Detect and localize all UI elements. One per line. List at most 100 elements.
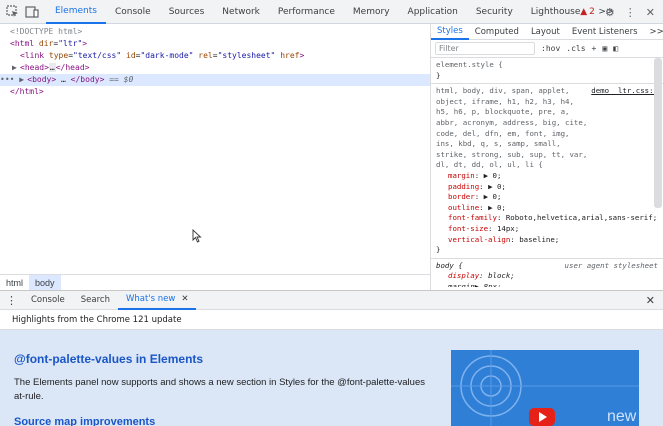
link-attr-id-value: "dark-mode" [140, 51, 194, 60]
body-open-tag: <body> [27, 75, 57, 84]
drawer-tab-console[interactable]: Console [23, 290, 73, 310]
filter-placeholder: Filter [439, 44, 459, 53]
css-declaration[interactable]: display: block; [436, 271, 658, 282]
tab-application[interactable]: Application [399, 0, 467, 24]
whats-new-content: @font-palette-values in Elements The Ele… [0, 330, 663, 426]
css-declaration[interactable]: border: ▶ 0; [436, 192, 658, 203]
css-property-value: 14px; [496, 223, 520, 233]
css-declaration-partial: margin▶ 8px; [448, 281, 502, 287]
close-drawer-icon[interactable]: ✕ [646, 294, 655, 307]
breadcrumb-body[interactable]: body [29, 274, 61, 291]
device-toolbar-icon[interactable] [24, 4, 40, 20]
css-declaration[interactable]: vertical-align: baseline; [436, 235, 658, 246]
rule-selector: html, body, div, span, applet, object, i… [436, 86, 588, 170]
tab-elements[interactable]: Elements [46, 0, 106, 24]
link-attr-type-value: "text/css" [73, 51, 122, 60]
expand-triangle-icon[interactable]: ▶ [12, 62, 20, 74]
styles-pane: Styles Computed Layout Event Listeners >… [430, 24, 663, 290]
paint-brush-icon[interactable]: ▣ [602, 44, 607, 53]
feature-title-link[interactable]: @font-palette-values in Elements [14, 352, 203, 366]
css-declaration[interactable]: padding: ▶ 0; [436, 182, 658, 193]
mouse-pointer-icon [192, 228, 202, 245]
tab-lighthouse[interactable]: Lighthouse [522, 0, 590, 24]
breadcrumb: html body [0, 274, 430, 291]
css-property-name: vertical-align [448, 234, 511, 244]
video-overlay-text: new [607, 408, 637, 425]
element-style-rule[interactable]: element.style { } [431, 58, 663, 83]
css-property-value: baseline; [519, 234, 560, 244]
css-declaration[interactable]: margin: ▶ 0; [436, 171, 658, 182]
hover-state-button[interactable]: :hov [541, 44, 560, 53]
link-attr-type: type [48, 51, 69, 60]
kebab-menu-icon[interactable]: ⋮ [625, 6, 636, 19]
close-tab-icon[interactable]: ✕ [181, 294, 188, 304]
css-rule-reset[interactable]: demo__ltr.css:1 html, body, div, span, a… [431, 84, 663, 258]
rule-source-ua: user agent stylesheet [564, 260, 658, 270]
css-declaration[interactable]: font-size: 14px; [436, 224, 658, 235]
body-node-menu-dots[interactable]: ••• [0, 75, 14, 84]
link-node[interactable]: <link type="text/css" id="dark-mode" rel… [20, 50, 304, 62]
elements-dom-tree: <!DOCTYPE html> <html dir="ltr"> <link t… [0, 24, 430, 274]
link-attr-href: href [280, 51, 300, 60]
head-close-tag: </head> [55, 63, 90, 72]
css-declaration[interactable]: outline: ▶ 0; [436, 203, 658, 214]
tab-security[interactable]: Security [467, 0, 522, 24]
drawer-menu-icon[interactable]: ⋮ [0, 294, 23, 307]
link-attr-id: id [126, 51, 136, 60]
tab-styles[interactable]: Styles [431, 24, 469, 40]
settings-gear-icon[interactable]: ⚙ [605, 6, 615, 19]
styles-filter-bar: Filter :hov .cls + ▣ ◧ [431, 40, 663, 58]
video-thumbnail[interactable]: new [451, 350, 639, 426]
link-attr-rel-value: "stylesheet" [217, 51, 276, 60]
css-declaration[interactable]: font-family: Roboto,helvetica,arial,sans… [436, 213, 658, 224]
css-rule-body-ua[interactable]: user agent stylesheet body { display: bl… [431, 259, 663, 289]
drawer-tab-search[interactable]: Search [73, 290, 118, 310]
tab-memory[interactable]: Memory [344, 0, 399, 24]
toggle-sidebar-icon[interactable]: ◧ [613, 44, 618, 53]
head-node[interactable]: ▶ <head>…</head> [12, 62, 89, 74]
styles-more-tabs-button[interactable]: >> [644, 24, 663, 40]
class-toggle-button[interactable]: .cls [566, 44, 585, 53]
breadcrumb-html[interactable]: html [0, 275, 29, 291]
element-style-selector: element.style { [436, 60, 503, 69]
inspect-element-icon[interactable] [4, 4, 20, 20]
doctype-text: <!DOCTYPE html> [10, 27, 83, 36]
tab-performance[interactable]: Performance [269, 0, 344, 24]
css-property-name: font-size [448, 223, 489, 233]
tab-event-listeners[interactable]: Event Listeners [566, 24, 644, 40]
body-close-tag: </body> [70, 75, 105, 84]
rule-source-link[interactable]: demo__ltr.css:1 [591, 86, 658, 97]
css-property-name: display [448, 271, 480, 281]
html-close-node[interactable]: </html> [10, 86, 44, 98]
tab-network[interactable]: Network [213, 0, 269, 24]
tab-console[interactable]: Console [106, 0, 160, 24]
link-attr-rel: rel [198, 51, 213, 60]
doctype-node[interactable]: <!DOCTYPE html> [10, 26, 82, 38]
html-node[interactable]: <html dir="ltr"> [10, 38, 87, 50]
body-collapsed-ellipsis[interactable]: … [61, 75, 66, 84]
css-property-name: padding [448, 181, 480, 191]
selected-node-marker: == $0 [109, 75, 134, 84]
tab-computed[interactable]: Computed [469, 24, 525, 40]
head-collapsed-ellipsis[interactable]: … [48, 63, 56, 72]
tab-sources[interactable]: Sources [160, 0, 214, 24]
highlights-text: Highlights from the Chrome 121 update [12, 314, 182, 325]
styles-subtabs: Styles Computed Layout Event Listeners >… [431, 24, 663, 40]
body-node[interactable]: ••• ▶ <body> … </body> == $0 [0, 74, 430, 86]
warnings-badge[interactable]: ▲ 2 [580, 7, 595, 17]
css-property-name: border [448, 192, 475, 202]
css-property-name: outline [448, 202, 480, 212]
css-property-value: Roboto,helvetica,arial,sans-serif; [505, 213, 658, 223]
styles-filter-input[interactable]: Filter [435, 42, 535, 55]
tab-layout[interactable]: Layout [525, 24, 566, 40]
new-style-rule-icon[interactable]: + [592, 44, 597, 53]
html-attr-name: dir [38, 39, 54, 48]
drawer-tab-whats-new[interactable]: What's new ✕ [117, 290, 197, 310]
styles-scrollbar[interactable] [654, 58, 662, 208]
whats-new-header: Highlights from the Chrome 121 update [0, 310, 663, 330]
head-open-tag: <head> [20, 63, 49, 72]
feature-description: The Elements panel now supports and show… [14, 377, 425, 402]
next-feature-title-link[interactable]: Source map improvements [14, 416, 155, 426]
close-icon[interactable]: ✕ [646, 6, 655, 19]
css-property-value: ▶ 0; [483, 192, 502, 202]
